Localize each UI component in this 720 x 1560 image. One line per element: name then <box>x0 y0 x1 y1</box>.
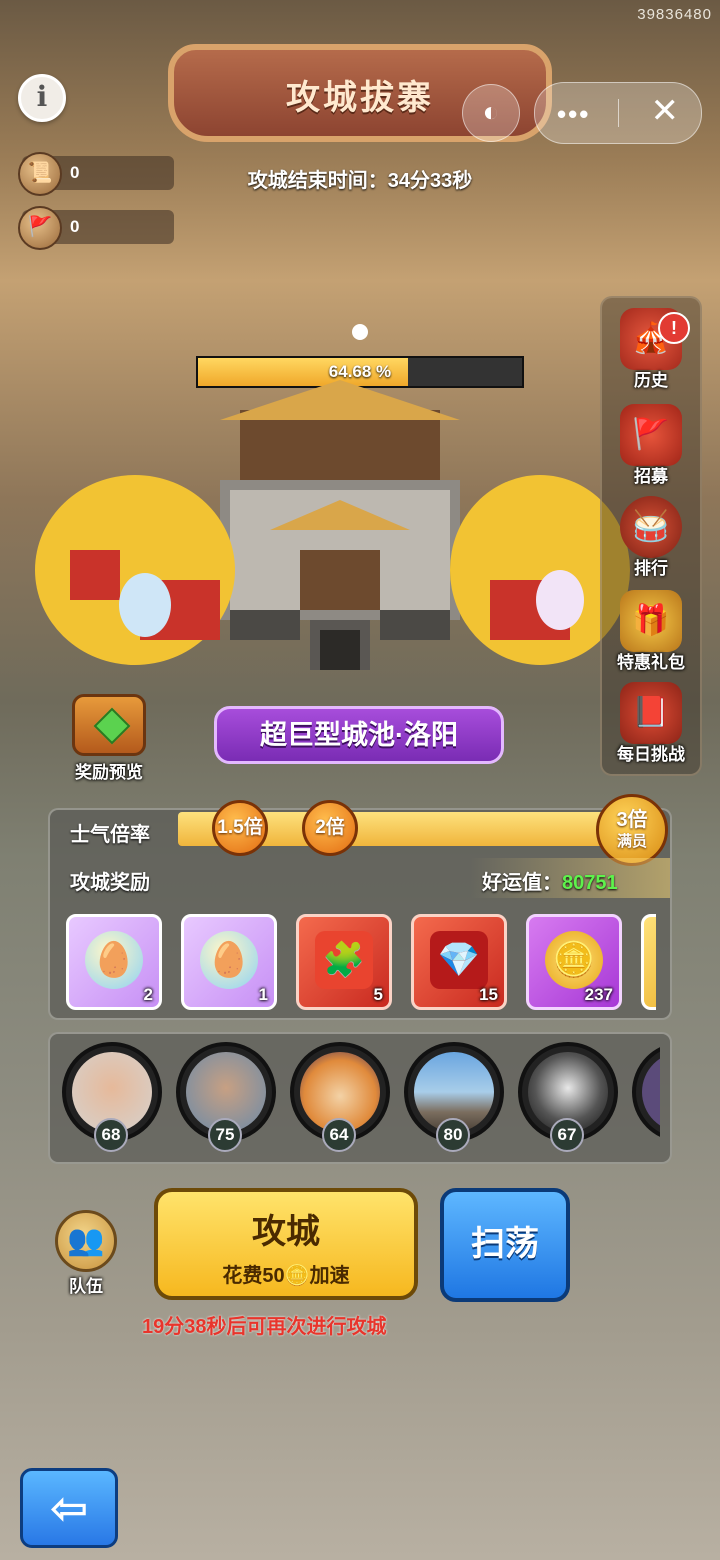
side-item-history[interactable]: 🎪 历史 ! <box>602 308 700 391</box>
item-count: 5 <box>373 985 383 1004</box>
attack-cost: 花费50 <box>222 1265 285 1287</box>
side-item-label: 特惠礼包 <box>617 653 685 672</box>
resource-scroll: 📜 0 <box>18 152 174 196</box>
avatar-level: 64 <box>322 1118 356 1152</box>
resource-flag: 🚩 0 <box>18 206 174 250</box>
team-avatars: 68 75 64 80 67 <box>58 1042 660 1156</box>
side-item-label: 排行 <box>634 559 668 578</box>
gold-ingot-icon: 🪙 <box>284 1265 310 1287</box>
game-icon: ◐ <box>482 96 500 127</box>
side-item-label: 招募 <box>634 467 668 486</box>
side-item-daily-challenge[interactable]: 📕 每日挑战 <box>602 682 700 765</box>
attack-label: 攻城 <box>252 1213 320 1251</box>
avatar-level: 75 <box>208 1118 242 1152</box>
close-button[interactable]: ✕ <box>651 91 680 131</box>
attack-cost-row: 花费50🪙加速 <box>158 1259 414 1288</box>
reward-preview-button[interactable]: 奖励预览 <box>62 694 156 783</box>
luck-label: 好运值： <box>482 872 562 894</box>
reward-item[interactable]: 🥚 1 <box>181 914 277 1010</box>
reward-item-partial[interactable] <box>641 914 656 1010</box>
side-item-ranking[interactable]: 🥁 排行 <box>602 496 700 579</box>
info-button[interactable]: i <box>18 74 66 122</box>
treasure-chest-icon <box>72 694 146 756</box>
side-item-recruit[interactable]: 🚩 招募 <box>602 404 700 487</box>
avatar-level: 68 <box>94 1118 128 1152</box>
back-button[interactable]: ⇦ <box>20 1468 118 1548</box>
sweep-button[interactable]: 扫荡 <box>440 1188 570 1302</box>
gold-ingot-icon: 🪙 <box>545 931 603 989</box>
reward-items: 🥚 2 🥚 1 🧩 5 💎 15 🪙 237 <box>66 914 656 1012</box>
alert-badge: ! <box>658 312 690 344</box>
side-item-gift-pack[interactable]: 🎁 特惠礼包 <box>602 590 700 673</box>
more-button[interactable]: ••• <box>557 99 590 130</box>
scroll-icon: 📜 <box>18 152 62 196</box>
team-icon: 👥 <box>55 1210 117 1272</box>
luck-value: 80751 <box>562 872 618 894</box>
luck-value-row: 好运值：80751 <box>482 866 618 895</box>
team-button[interactable]: 👥 队伍 <box>50 1210 122 1297</box>
puzzle-piece-icon: 🧩 <box>315 931 373 989</box>
cooldown-text: 19分38秒后可再次进行攻城 <box>142 1316 387 1338</box>
recruit-icon: 🚩 <box>620 404 682 466</box>
resource-value: 0 <box>70 163 80 182</box>
reward-item[interactable]: 🪙 237 <box>526 914 622 1010</box>
attack-button[interactable]: 攻城 花费50🪙加速 <box>154 1188 418 1300</box>
max-multiplier-label: 3倍 <box>616 809 648 831</box>
avatar-level: 67 <box>550 1118 584 1152</box>
item-count: 2 <box>143 985 153 1004</box>
morale-multiplier-2: 2倍 <box>302 800 358 856</box>
item-count: 1 <box>258 985 268 1004</box>
side-menu: 🎪 历史 ! 🚩 招募 🥁 排行 🎁 特惠礼包 📕 每日挑战 <box>600 296 702 776</box>
item-count: 15 <box>479 985 498 1004</box>
siege-rewards-label: 攻城奖励 <box>70 872 150 894</box>
flag-icon: 🚩 <box>18 206 62 250</box>
morale-multiplier-max: 3倍 满员 <box>596 794 668 866</box>
progress-label: 64.68 % <box>328 362 392 381</box>
attack-speedup: 加速 <box>309 1265 350 1287</box>
game-center-button[interactable]: ◐ <box>462 84 520 142</box>
back-arrow-icon: ⇦ <box>49 1482 89 1534</box>
treasure-pile-left <box>35 475 235 665</box>
capsule-divider <box>618 99 619 127</box>
corner-id: 39836480 <box>637 6 712 23</box>
morale-multiplier-1: 1.5倍 <box>212 800 268 856</box>
mini-program-capsule: ••• ✕ <box>534 82 702 144</box>
city-name-banner: 超巨型城池·洛阳 <box>214 706 504 764</box>
reward-preview-label: 奖励预览 <box>75 763 143 782</box>
max-multiplier-sub: 满员 <box>616 833 647 850</box>
gift-pack-icon: 🎁 <box>620 590 682 652</box>
item-count: 237 <box>584 985 613 1004</box>
red-crystal-icon: 💎 <box>430 931 488 989</box>
reward-item[interactable]: 🥚 2 <box>66 914 162 1010</box>
team-label: 队伍 <box>69 1277 103 1296</box>
side-item-label: 每日挑战 <box>617 745 685 764</box>
side-item-label: 历史 <box>634 371 668 390</box>
daily-challenge-icon: 📕 <box>620 682 682 744</box>
rainbow-egg-icon: 🥚 <box>85 931 143 989</box>
reward-item[interactable]: 🧩 5 <box>296 914 392 1010</box>
progress-marker <box>352 324 368 340</box>
reward-item[interactable]: 💎 15 <box>411 914 507 1010</box>
ranking-icon: 🥁 <box>620 496 682 558</box>
avatar-level: 80 <box>436 1118 470 1152</box>
rainbow-egg-icon: 🥚 <box>200 931 258 989</box>
resource-value: 0 <box>70 217 80 236</box>
avatar-partial[interactable] <box>632 1042 660 1142</box>
morale-label: 士气倍率 <box>70 824 150 846</box>
